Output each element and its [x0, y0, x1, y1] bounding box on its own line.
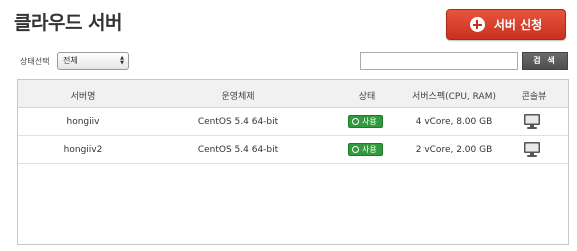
monitor-icon[interactable] — [523, 113, 541, 130]
select-arrows-icon: ▲ ▼ — [120, 55, 124, 66]
status-badge: 사용 — [348, 143, 383, 156]
status-filter-value: 전체 — [63, 56, 78, 65]
column-header-os: 운영체제 — [221, 92, 255, 102]
server-os: CentOS 5.4 64-bit — [197, 145, 279, 155]
table-row[interactable]: hongiiv2 CentOS 5.4 64-bit 사용 2 vCore, 2… — [18, 136, 568, 164]
server-os: CentOS 5.4 64-bit — [197, 117, 279, 127]
status-label: 사용 — [362, 117, 377, 126]
search-input[interactable] — [360, 52, 518, 70]
monitor-icon[interactable] — [523, 141, 541, 158]
server-table: 서버명 운영체제 상태 서버스펙(CPU, RAM) 콘솔뷰 hongiiv C… — [17, 79, 569, 245]
status-dot-icon — [352, 118, 359, 125]
page-title: 클라우드 서버 — [14, 12, 123, 34]
server-name: hongiiv2 — [63, 145, 103, 155]
status-label: 사용 — [362, 145, 377, 154]
table-row[interactable]: hongiiv CentOS 5.4 64-bit 사용 4 vCore, 8.… — [18, 108, 568, 136]
column-header-console: 콘솔뷰 — [521, 92, 547, 102]
server-name: hongiiv — [66, 117, 100, 127]
status-filter-select[interactable]: 전체 ▲ ▼ — [57, 52, 129, 70]
table-header: 서버명 운영체제 상태 서버스펙(CPU, RAM) 콘솔뷰 — [18, 80, 568, 108]
column-header-name: 서버명 — [70, 92, 96, 102]
apply-server-label: 서버 신청 — [493, 18, 543, 32]
column-header-spec: 서버스펙(CPU, RAM) — [412, 92, 496, 102]
server-spec: 4 vCore, 8.00 GB — [415, 117, 493, 127]
server-spec: 2 vCore, 2.00 GB — [415, 145, 493, 155]
plus-circle-icon — [469, 17, 485, 32]
column-header-status: 상태 — [358, 92, 376, 102]
search-button[interactable]: 검 색 — [522, 52, 568, 70]
status-filter-label: 상태선택 — [20, 57, 50, 66]
apply-server-button[interactable]: 서버 신청 — [446, 9, 566, 40]
status-badge: 사용 — [348, 115, 383, 128]
status-dot-icon — [352, 146, 359, 153]
